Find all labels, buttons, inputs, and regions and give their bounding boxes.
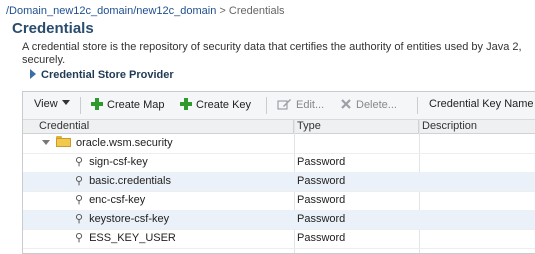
key-icon: ⚲ <box>75 213 84 225</box>
type-cell: Password <box>297 213 346 225</box>
table-row[interactable]: ⚲ ESS_KEY_USER Password <box>23 229 535 249</box>
page-title: Credentials <box>12 20 94 37</box>
plus-icon <box>91 98 103 110</box>
breadcrumb: /Domain_new12c_domain/new12c_domain > Cr… <box>6 5 285 17</box>
type-cell: Password <box>297 232 346 244</box>
triangle-right-icon <box>30 69 36 79</box>
delete-button[interactable]: Delete... <box>340 98 397 111</box>
credential-name: sign-csf-key <box>89 156 148 168</box>
credential-name: basic.credentials <box>89 175 171 187</box>
toolbar-divider <box>417 97 418 114</box>
folder-icon <box>56 136 71 147</box>
chevron-down-icon <box>61 100 70 105</box>
table-row[interactable]: ⚲ sign-csf-key Password <box>23 153 535 173</box>
table-toolbar: View Create Map Create Key Edit... Delet… <box>23 92 535 120</box>
credential-cell: ⚲ enc-csf-key <box>75 191 145 210</box>
column-header-credential[interactable]: Credential <box>23 120 294 133</box>
edit-label: Edit... <box>296 99 325 111</box>
credential-cell: ⚲ keystore-csf-key <box>75 210 169 229</box>
credential-key-name-label: Credential Key Name <box>429 98 534 110</box>
credentials-table-panel: View Create Map Create Key Edit... Delet… <box>22 91 535 254</box>
column-header-description[interactable]: Description <box>419 120 535 133</box>
toolbar-divider <box>80 97 81 114</box>
view-menu-button[interactable]: View <box>34 98 70 110</box>
credential-store-provider-toggle[interactable]: Credential Store Provider <box>30 69 174 81</box>
toolbar-divider <box>266 97 267 114</box>
key-icon: ⚲ <box>75 156 84 168</box>
credential-cell: ⚲ ESS_KEY_USER <box>75 229 176 248</box>
page-description: A credential store is the repository of … <box>22 41 522 66</box>
breadcrumb-path-link[interactable]: /Domain_new12c_domain/new12c_domain <box>6 5 216 17</box>
edit-button[interactable]: Edit... <box>277 98 324 111</box>
key-icon: ⚲ <box>75 232 84 244</box>
credential-cell: ⚲ basic.credentials <box>75 172 171 191</box>
map-name: oracle.wsm.security <box>76 137 173 149</box>
table-row[interactable]: ⚲ enc-csf-key Password <box>23 191 535 211</box>
breadcrumb-current: Credentials <box>228 5 285 17</box>
type-cell: Password <box>297 156 346 168</box>
credential-name: keystore-csf-key <box>89 213 170 225</box>
credential-cell: ⚲ sign-csf-key <box>75 153 148 172</box>
key-icon: ⚲ <box>75 175 84 187</box>
breadcrumb-separator: > <box>219 5 226 17</box>
map-cell: oracle.wsm.security <box>42 134 173 153</box>
provider-label: Credential Store Provider <box>41 69 174 81</box>
edit-icon <box>277 99 291 110</box>
create-map-button[interactable]: Create Map <box>91 98 164 111</box>
credential-name: enc-csf-key <box>89 194 146 206</box>
table-header: Credential Type Description <box>23 120 535 134</box>
create-map-label: Create Map <box>107 99 165 111</box>
credential-name: ESS_KEY_USER <box>89 232 176 244</box>
view-menu-label: View <box>34 98 58 110</box>
chevron-down-icon[interactable] <box>42 140 50 145</box>
delete-icon <box>341 99 351 109</box>
column-header-type[interactable]: Type <box>294 120 419 133</box>
key-icon: ⚲ <box>75 194 84 206</box>
map-row[interactable]: oracle.wsm.security <box>23 134 535 154</box>
table-row[interactable]: ⚲ basic.credentials Password <box>23 172 535 192</box>
table-row[interactable]: ⚲ keystore-csf-key Password <box>23 210 535 230</box>
type-cell: Password <box>297 175 346 187</box>
delete-label: Delete... <box>356 99 397 111</box>
create-key-label: Create Key <box>196 99 252 111</box>
plus-icon <box>180 98 192 110</box>
type-cell: Password <box>297 194 346 206</box>
create-key-button[interactable]: Create Key <box>180 98 251 111</box>
